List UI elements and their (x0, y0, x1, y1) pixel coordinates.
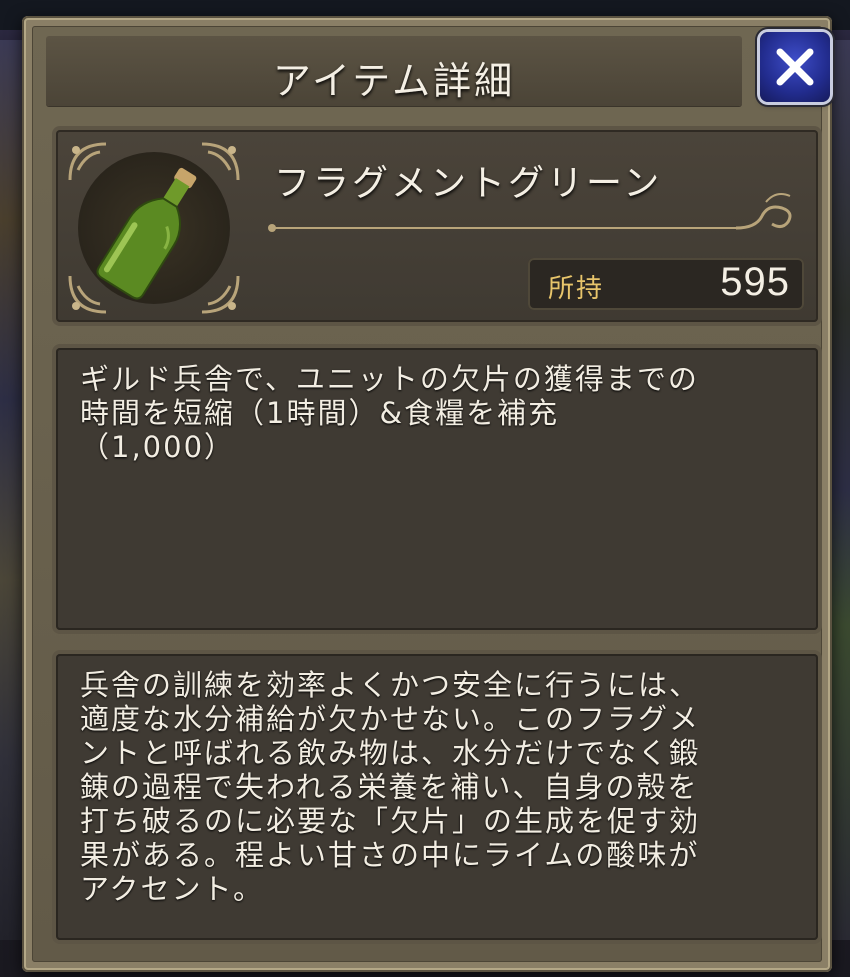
name-underline-ornament (268, 193, 792, 232)
close-icon (776, 48, 814, 86)
flavor-text-panel: 兵舎の訓練を効率よくかつ安全に行うには、 適度な水分補給が欠かせない。このフラグ… (56, 654, 818, 940)
flavor-text: 兵舎の訓練を効率よくかつ安全に行うには、 適度な水分補給が欠かせない。このフラグ… (80, 668, 701, 906)
close-button[interactable] (760, 32, 830, 102)
owned-count-box: 所持 595 (528, 258, 804, 310)
effect-description-panel: ギルド兵舎で、ユニットの欠片の獲得までの 時間を短縮（1時間）&食糧を補充 （1… (56, 348, 818, 630)
dialog-body: アイテム詳細 フラグメントグリーン 所持 595 ギルド兵舎で、ユニットの欠片の… (32, 26, 830, 962)
item-detail-dialog: アイテム詳細 フラグメントグリーン 所持 595 ギルド兵舎で、ユニットの欠片の… (22, 16, 832, 972)
item-header-panel: フラグメントグリーン 所持 595 (56, 130, 818, 322)
item-icon-frame (66, 140, 242, 316)
owned-count: 595 (720, 260, 790, 304)
effect-description: ギルド兵舎で、ユニットの欠片の獲得までの 時間を短縮（1時間）&食糧を補充 （1… (80, 362, 699, 464)
dialog-title: アイテム詳細 (272, 59, 516, 103)
green-bottle-icon (96, 167, 197, 300)
title-bar: アイテム詳細 (46, 36, 742, 106)
owned-label: 所持 (548, 274, 605, 304)
